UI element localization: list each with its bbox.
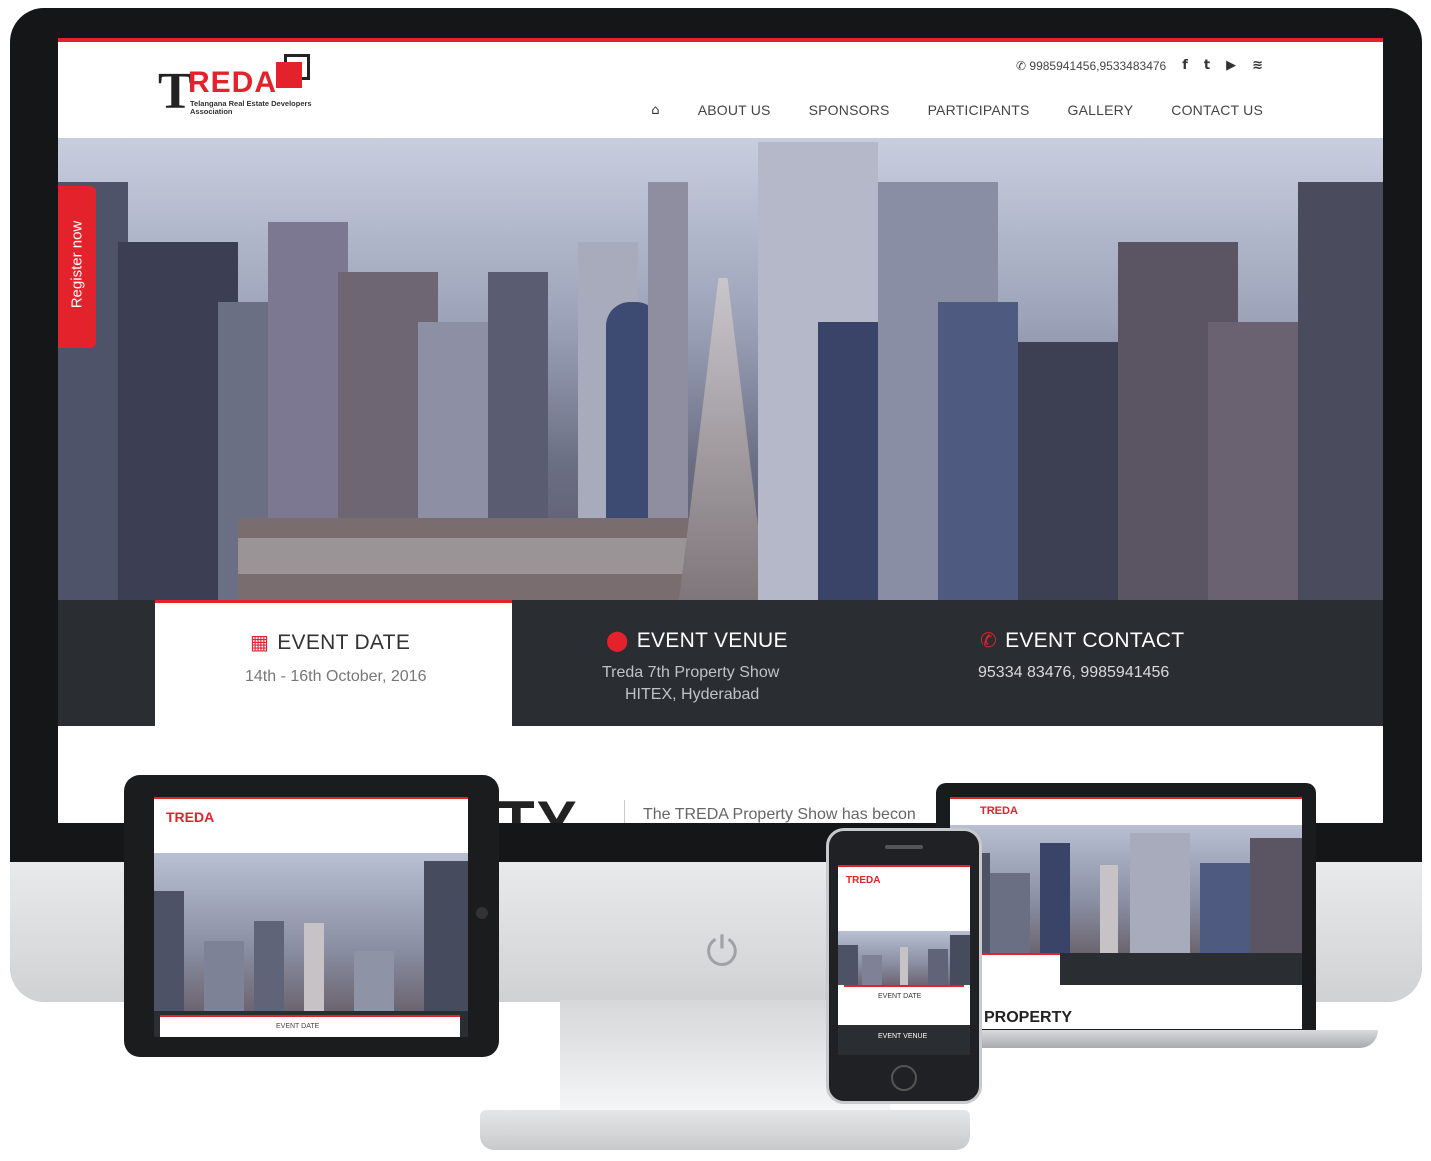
facebook-icon[interactable]: f [1182, 58, 1188, 73]
event-date-title-text: EVENT DATE [277, 631, 411, 654]
phone-device: TREDA EVENT DATE EVENT VENUE [826, 828, 982, 1104]
nav-item-about-us[interactable]: ABOUT US [698, 102, 771, 118]
tablet-screen: TREDA EVENT DATE [154, 797, 468, 1037]
top-phone-number: 9985941456,9533483476 [1029, 58, 1167, 73]
phone-logo: TREDA [846, 875, 881, 886]
phone-screen: TREDA EVENT DATE EVENT VENUE [838, 865, 970, 1055]
hero-road [678, 278, 768, 602]
phone-icon: ✆ [980, 628, 998, 652]
register-now-label: Register now [68, 220, 86, 309]
nav-item-gallery[interactable]: GALLERY [1068, 102, 1134, 118]
phone-event-strip [838, 1025, 970, 1055]
laptop-logo: TREDA [980, 805, 1018, 817]
event-date-box [155, 600, 512, 730]
phone-speaker [885, 845, 923, 849]
twitter-icon[interactable]: t [1204, 58, 1210, 73]
monitor-stand-base [480, 1110, 970, 1150]
nav-item-sponsors[interactable]: SPONSORS [809, 102, 890, 118]
about-intro: The TREDA Property Show has becon [643, 806, 916, 823]
phone-event-venue-label: EVENT VENUE [878, 1033, 928, 1040]
hero-city-image [58, 138, 1383, 602]
laptop-device: TREDA PROPERTY [936, 783, 1316, 1033]
logo-subtitle: Telangana Real Estate Developers Associa… [190, 99, 312, 116]
phone-icon: ✆ [1016, 58, 1027, 73]
event-contact-value: 95334 83476, 9985941456 [978, 664, 1170, 681]
register-now-tab[interactable]: Register now [58, 186, 96, 348]
event-venue-title: ⬤ EVENT VENUE [606, 628, 788, 653]
event-contact-title-text: EVENT CONTACT [1005, 629, 1185, 652]
main-nav: ⌂ ABOUT US SPONSORS PARTICIPANTS GALLERY… [651, 102, 1263, 118]
rss-icon[interactable]: ≋ [1252, 58, 1263, 73]
laptop-screen: TREDA PROPERTY [950, 797, 1302, 1029]
accent-topline [58, 38, 1383, 42]
phone-hero-image [838, 931, 970, 985]
laptop-hero-image [950, 825, 1302, 953]
event-venue-title-text: EVENT VENUE [636, 629, 788, 652]
tablet-logo: TREDA [166, 809, 215, 825]
event-venue-line1: Treda 7th Property Show [602, 664, 780, 681]
nav-item-participants[interactable]: PARTICIPANTS [928, 102, 1030, 118]
phone-home-button [891, 1065, 917, 1091]
tablet-device: TREDA EVENT DATE [124, 775, 499, 1057]
logo-word-reda: REDA [188, 66, 278, 99]
phone-event-date-label: EVENT DATE [878, 993, 922, 1000]
laptop-event-date-box [980, 953, 1060, 987]
event-date-title: ▦ EVENT DATE [250, 630, 410, 655]
event-venue-line2: HITEX, Hyderabad [625, 686, 760, 703]
top-contact-bar: ✆ 9985941456,9533483476 f t ▶ ≋ [1016, 58, 1263, 73]
laptop-heading: PROPERTY [984, 1009, 1073, 1026]
treda-logo[interactable]: T REDA Telangana Real Estate Developers … [158, 54, 328, 120]
logo-square-red [276, 62, 302, 88]
tablet-hero-image [154, 853, 468, 1011]
event-date-value: 14th - 16th October, 2016 [245, 668, 427, 685]
youtube-icon[interactable]: ▶ [1226, 58, 1236, 73]
calendar-icon: ▦ [250, 630, 270, 654]
top-phone: ✆ 9985941456,9533483476 [1016, 59, 1166, 73]
map-pin-icon: ⬤ [606, 628, 629, 652]
tablet-home-button [476, 907, 488, 919]
website-screen: T REDA Telangana Real Estate Developers … [58, 38, 1383, 823]
nav-item-contact-us[interactable]: CONTACT US [1171, 102, 1263, 118]
phone-event-date-box [844, 985, 964, 1023]
tablet-event-date-label: EVENT DATE [276, 1023, 320, 1030]
home-icon[interactable]: ⌂ [651, 103, 659, 118]
about-separator [624, 800, 625, 823]
event-contact-title: ✆ EVENT CONTACT [980, 628, 1184, 653]
about-heading: TY [498, 789, 579, 823]
power-icon: ⏻ [706, 929, 738, 975]
